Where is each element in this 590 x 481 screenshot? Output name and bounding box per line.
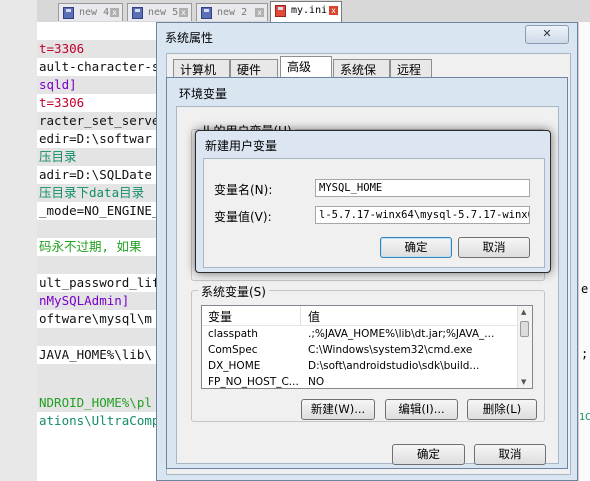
group-label: 系统变量(S)	[198, 283, 269, 300]
cancel-button[interactable]: 取消	[474, 444, 546, 465]
tab-label: my.ini	[291, 5, 328, 16]
close-button[interactable]: ✕	[525, 25, 569, 44]
list-item[interactable]: FP_NO_HOST_C... NO	[202, 374, 518, 388]
variable-value-label: 变量值(V):	[214, 210, 272, 224]
code-fragment: ;	[581, 347, 589, 361]
dialog-title: 新建用户变量	[205, 139, 278, 153]
code-fragment: e	[581, 282, 589, 296]
file-icon	[201, 7, 212, 19]
new-user-variable-body: 变量名(N): MYSQL_HOME 变量值(V): l-5.7.17-winx…	[203, 158, 545, 268]
variable-value: C:\Windows\system32\cmd.exe	[308, 344, 473, 356]
tab-label: 远程	[397, 63, 422, 77]
list-scrollbar[interactable]: ▲ ▼	[517, 306, 532, 388]
new-button[interactable]: 新建(W)...	[301, 399, 375, 420]
close-icon[interactable]: x	[329, 6, 338, 15]
column-header-variable[interactable]: 变量	[208, 308, 232, 325]
editor-tab-bar: new 4 x new 5 x new 2 x my.ini x	[37, 0, 590, 23]
variable-name: FP_NO_HOST_C...	[208, 376, 299, 388]
variable-name-label: 变量名(N):	[214, 183, 273, 197]
tab-new-4[interactable]: new 4 x	[58, 3, 123, 21]
file-icon	[132, 7, 143, 19]
tab-new-5[interactable]: new 5 x	[127, 3, 192, 21]
tab-label: new 5	[148, 7, 179, 18]
delete-button[interactable]: 删除(L)	[467, 399, 537, 420]
edit-button[interactable]: 编辑(I)...	[385, 399, 458, 420]
editor-gutter	[0, 0, 38, 481]
tab-label: 高级	[287, 60, 312, 74]
list-item[interactable]: classpath .;%JAVA_HOME%\lib\dt.jar;%JAVA…	[202, 326, 518, 342]
close-icon[interactable]: x	[110, 8, 119, 17]
variable-value: .;%JAVA_HOME%\lib\dt.jar;%JAVA_...	[308, 328, 495, 340]
list-header: 变量 值	[202, 306, 518, 326]
ok-button[interactable]: 确定	[392, 444, 465, 465]
file-icon	[275, 5, 286, 17]
close-icon: ✕	[542, 27, 552, 40]
tab-hardware[interactable]: 硬件	[230, 59, 278, 79]
tab-system-protection[interactable]: 系统保护	[333, 59, 390, 97]
tab-my-ini[interactable]: my.ini x	[270, 1, 342, 22]
scroll-thumb[interactable]	[520, 321, 529, 337]
variable-value: D:\soft\androidstudio\sdk\build...	[308, 360, 480, 372]
column-divider	[300, 306, 301, 325]
variable-name-field[interactable]: MYSQL_HOME	[315, 179, 530, 197]
window-title: 系统属性	[165, 31, 214, 45]
variable-name: DX_HOME	[208, 360, 261, 372]
column-header-value[interactable]: 值	[308, 308, 320, 325]
tab-label: new 4	[79, 7, 110, 18]
tab-remote[interactable]: 远程	[390, 59, 432, 79]
scroll-up-icon[interactable]: ▲	[521, 308, 526, 316]
variable-value-field[interactable]: l-5.7.17-winx64\mysql-5.7.17-winx64	[315, 206, 530, 224]
ok-button[interactable]: 确定	[380, 237, 452, 258]
system-variables-list[interactable]: 变量 值 classpath .;%JAVA_HOME%\lib\dt.jar;…	[201, 305, 533, 389]
window-title: 环境变量	[179, 87, 228, 101]
variable-name: ComSpec	[208, 344, 258, 356]
list-item[interactable]: ComSpec C:\Windows\system32\cmd.exe	[202, 342, 518, 358]
tab-label: new 2	[217, 7, 248, 18]
variable-name: classpath	[208, 328, 258, 340]
list-item[interactable]: DX_HOME D:\soft\androidstudio\sdk\build.…	[202, 358, 518, 374]
editor-right-edge: e ; 1C	[578, 22, 590, 481]
scroll-down-icon[interactable]: ▼	[521, 378, 526, 386]
new-user-variable-dialog: 新建用户变量 变量名(N): MYSQL_HOME 变量值(V): l-5.7.…	[195, 130, 551, 273]
tab-label: 硬件	[237, 63, 262, 77]
code-fragment: 1C	[579, 412, 590, 423]
tab-computer-name[interactable]: 计算机名	[173, 59, 230, 97]
cancel-button[interactable]: 取消	[458, 237, 530, 258]
variable-value: NO	[308, 376, 325, 388]
file-icon	[63, 7, 74, 19]
tab-new-2[interactable]: new 2 x	[196, 3, 268, 21]
close-icon[interactable]: x	[255, 8, 264, 17]
close-icon[interactable]: x	[179, 8, 188, 17]
